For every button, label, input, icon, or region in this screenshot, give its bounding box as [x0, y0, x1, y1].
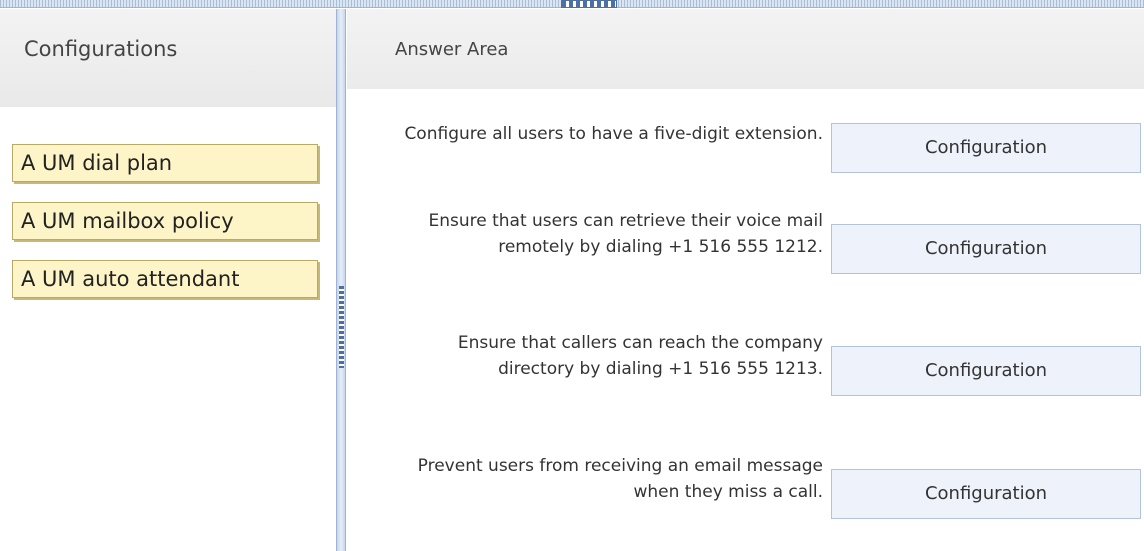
requirement-text: Ensure that callers can reach the compan…	[457, 333, 823, 379]
configurations-pane: Configurations A UM dial plan A UM mailb…	[0, 9, 336, 551]
answer-drop-target[interactable]: Configuration	[831, 123, 1141, 173]
config-item-mailbox-policy[interactable]: A UM mailbox policy	[12, 202, 318, 240]
requirement-text: Configure all users to have a five-digit…	[404, 124, 823, 144]
config-item-dial-plan[interactable]: A UM dial plan	[12, 144, 318, 182]
answer-area-title: Answer Area	[347, 9, 1144, 89]
answer-drop-target[interactable]: Configuration	[831, 346, 1141, 396]
config-item-auto-attendant[interactable]: A UM auto attendant	[12, 260, 318, 298]
configurations-list: A UM dial plan A UM mailbox policy A UM …	[12, 144, 318, 318]
vertical-splitter-grip-icon[interactable]	[339, 286, 344, 368]
requirement-text: Ensure that users can retrieve their voi…	[428, 211, 823, 257]
answer-drop-target[interactable]: Configuration	[831, 224, 1141, 274]
configurations-title: Configurations	[0, 9, 336, 107]
vertical-splitter[interactable]	[336, 9, 346, 551]
top-splitter-grip-icon[interactable]	[561, 0, 617, 8]
answer-area-pane: Answer Area Configure all users to have …	[347, 9, 1144, 551]
answer-drop-target[interactable]: Configuration	[831, 469, 1141, 519]
requirement-text: Prevent users from receiving an email me…	[417, 456, 823, 502]
